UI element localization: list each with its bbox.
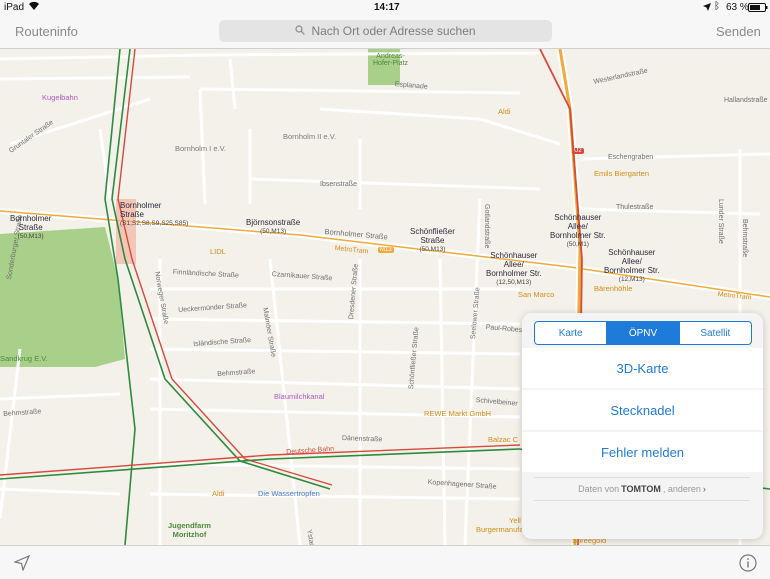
poi-bornholm-1[interactable]: Bornholm I e.V. [175,144,226,153]
stop-name: Schönhauser Allee/ Bornholmer Str. [486,251,542,278]
stop-name: Schönhauser Allee/ Bornholmer Str. [550,213,606,240]
map-label-halland: Hallandstraße [724,97,768,104]
attribution-suffix: , anderen [662,484,701,494]
chevron-right-icon: › [702,484,706,494]
transit-stop[interactable]: Björnsonstraße (50,M13) [246,218,300,236]
stop-name: Björnsonstraße [246,218,301,227]
bottom-toolbar [0,545,770,579]
stop-lines: (12,M13) [618,276,645,283]
map-label-eschengraben: Eschengraben [608,154,654,161]
poi-sandkrug[interactable]: Sandkrug E.V. [0,354,48,363]
search-field[interactable]: Nach Ort oder Adresse suchen [219,20,552,42]
stop-lines: (50,M13) [260,228,287,235]
stop-name: Schönhauser Allee/ Bornholmer Str. [604,248,660,275]
poi-lidl[interactable]: LIDL [210,247,226,256]
info-icon[interactable] [739,554,757,577]
data-attribution-link[interactable]: Daten von TOMTOM , anderen › [534,477,750,501]
segment-karte[interactable]: Karte [535,322,606,344]
transit-stop[interactable]: Schönhauser Allee/ Bornholmer Str. (12,5… [486,251,542,287]
map-type-segmented-control: Karte ÖPNV Satellit [534,321,752,345]
poi-aldi-south[interactable]: Aldi [212,489,225,498]
segment-oepnv[interactable]: ÖPNV [606,322,679,344]
poi-baerenhoehle[interactable]: Bärenhöhle [594,284,632,293]
stop-lines: (S1,S2,S8,S9,S25,S85) [120,220,189,227]
stop-name: Bornholmer Straße [10,214,52,232]
battery-icon [748,3,768,15]
wifi-icon [28,1,40,14]
map-label-andreas: Andreas- Hofer-Platz [373,53,409,67]
transit-stop[interactable]: Schönhauser Allee/ Bornholmer Str. (50,M… [550,213,606,249]
poi-bornholm-2[interactable]: Bornholm II e.V. [283,132,336,141]
share-button[interactable]: Senden [716,24,761,39]
ubahn-badge-u2: U2 [572,148,584,154]
poi-balzac[interactable]: Balzac C [488,435,518,444]
park-area [0,227,125,367]
transit-stop[interactable]: Bornholmer Straße (S1,S2,S8,S9,S25,S85) [120,201,188,228]
attribution-prefix: Daten von [578,484,620,494]
map-label-behmstr-east: Behmstraße [741,219,748,258]
poi-emils-biergarten[interactable]: Emils Biergarten [594,169,649,178]
transit-stop[interactable]: Schönhauser Allee/ Bornholmer Str. (12,M… [604,248,660,284]
transit-stop[interactable]: Bornholmer Straße (50,M13) [10,214,51,241]
search-placeholder: Nach Ort oder Adresse suchen [311,24,476,38]
poi-san-marco[interactable]: San Marco [518,290,554,299]
location-arrow-icon [703,3,711,14]
map-label-daenen: Dänenstraße [341,435,383,444]
3d-map-button[interactable]: 3D-Karte [522,348,763,388]
search-icon [295,24,306,38]
poi-kugelbahn[interactable]: Kugelbahn [42,93,78,102]
report-problem-button[interactable]: Fehler melden [522,432,763,472]
poi-burgermanufaktur[interactable]: Burgermanufak [476,525,527,534]
stop-lines: (50,M1) [566,241,589,248]
tram-badge-m13: M13 [378,247,394,253]
map-options-panel: Karte ÖPNV Satellit 3D-Karte Stecknadel … [522,313,763,539]
stop-name: Schönfließer Straße [410,227,455,245]
map-label-lunder: Lunder Straße [717,199,724,244]
poi-jugendfarm[interactable]: Jugendfarm Moritzhof [168,521,211,539]
drop-pin-button[interactable]: Stecknadel [522,390,763,430]
location-arrow-icon[interactable] [13,554,31,576]
segment-satellit[interactable]: Satellit [678,322,751,344]
device-name: iPad [4,2,25,13]
top-navigation-bar: Routeninfo Nach Ort oder Adresse suchen … [0,16,770,49]
poi-yell[interactable]: Yell [509,516,521,525]
map-label-gotland: Gotlandstraße [483,204,490,249]
poi-rewe[interactable]: REWE Markt GmbH [424,409,491,418]
battery-percent: 63 % [726,2,749,13]
clock: 14:17 [374,2,400,13]
status-bar: iPad 14:17 ᛒ 63 % [0,0,770,16]
stop-lines: (50,M13) [419,246,446,253]
poi-blaumilchkanal[interactable]: Blaumilchkanal [274,392,324,401]
poi-die-wassertropfen[interactable]: Die Wassertropfen [258,489,320,498]
route-info-button[interactable]: Routeninfo [15,24,78,39]
transit-stop[interactable]: Schönfließer Straße (50,M13) [410,227,455,254]
bluetooth-icon: ᛒ [714,1,720,12]
map-label-thule: Thulestraße [616,204,654,211]
stop-lines: (12,50,M13) [496,279,532,286]
map-label-ibsen: Ibsenstraße [320,181,357,188]
poi-aldi-north[interactable]: Aldi [498,107,511,116]
stop-name: Bornholmer Straße [120,201,162,219]
tomtom-logo: TOMTOM [621,484,661,494]
stop-lines: (50,M13) [17,233,44,240]
